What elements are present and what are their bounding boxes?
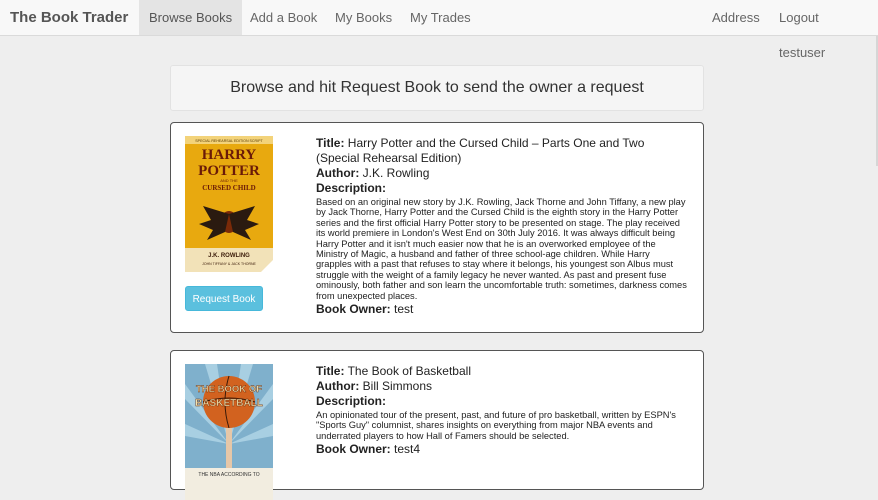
book-info: Title: The Book of Basketball Author: Bi… — [316, 364, 688, 457]
book-owner: test — [394, 302, 414, 317]
cover-top-text: SPECIAL REHEARSAL EDITION SCRIPT — [195, 139, 263, 143]
owner-label: Book Owner: — [316, 302, 391, 317]
description-label: Description: — [316, 181, 387, 195]
navbar: The Book Trader Browse Books Add a Book … — [0, 0, 878, 60]
book-description: An opinionated tour of the present, past… — [316, 410, 676, 441]
book-cover-image: SPECIAL REHEARSAL EDITION SCRIPT HARRY P… — [185, 136, 273, 272]
browse-banner: Browse and hit Request Book to send the … — [170, 65, 704, 111]
title-label: Title: — [316, 136, 345, 150]
description-label: Description: — [316, 394, 387, 408]
cover-sub2: CURSED CHILD — [202, 184, 255, 192]
book-author-row: Author: Bill Simmons — [316, 379, 688, 394]
book-title: Harry Potter and the Cursed Child – Part… — [316, 136, 645, 165]
nav-browse-books[interactable]: Browse Books — [139, 0, 243, 35]
book-card: SPECIAL REHEARSAL EDITION SCRIPT HARRY P… — [170, 122, 704, 333]
author-label: Author: — [316, 379, 360, 393]
cover-title-line1: THE BOOK OF — [196, 384, 262, 395]
cover-title-line2: POTTER — [198, 163, 260, 179]
book-info: Title: Harry Potter and the Cursed Child… — [316, 136, 688, 317]
brand-logo[interactable]: The Book Trader — [10, 9, 128, 26]
book-owner-row: Book Owner: test — [316, 302, 688, 317]
cover-sub1: AND THE — [220, 178, 238, 183]
author-label: Author: — [316, 166, 360, 180]
book-description: Based on an original new story by J.K. R… — [316, 197, 687, 301]
book-cover-image: THE BOOK OF BASKETBALL THE NBA ACCORDING… — [185, 364, 273, 500]
book-title-row: Title: The Book of Basketball — [316, 364, 688, 379]
book-title-row: Title: Harry Potter and the Cursed Child… — [316, 136, 688, 166]
cover-title-line2: BASKETBALL — [195, 398, 263, 409]
request-book-button[interactable]: Request Book — [185, 286, 263, 311]
cover-title-line1: HARRY — [202, 147, 257, 163]
book-author: Bill Simmons — [362, 379, 433, 393]
cover-bottom-text: THE NBA ACCORDING TO — [198, 472, 259, 478]
nav-address[interactable]: Address — [702, 0, 770, 35]
book-owner-row: Book Owner: test4 — [316, 442, 688, 457]
book-card: THE BOOK OF BASKETBALL THE NBA ACCORDING… — [170, 350, 704, 500]
nav-my-books[interactable]: My Books — [325, 0, 402, 35]
book-owner: test4 — [394, 442, 421, 457]
nav-logout[interactable]: Logout testuser — [769, 0, 878, 60]
owner-label: Book Owner: — [316, 442, 391, 457]
nav-my-trades[interactable]: My Trades — [400, 0, 481, 35]
book-author-row: Author: J.K. Rowling — [316, 166, 688, 181]
nav-add-book[interactable]: Add a Book — [240, 0, 327, 35]
book-title: The Book of Basketball — [347, 364, 471, 378]
cover-author: J.K. ROWLING — [208, 253, 250, 259]
title-label: Title: — [316, 364, 345, 378]
book-author: J.K. Rowling — [362, 166, 430, 180]
cover-credits: JOHN TIFFANY & JACK THORNE — [202, 262, 256, 266]
